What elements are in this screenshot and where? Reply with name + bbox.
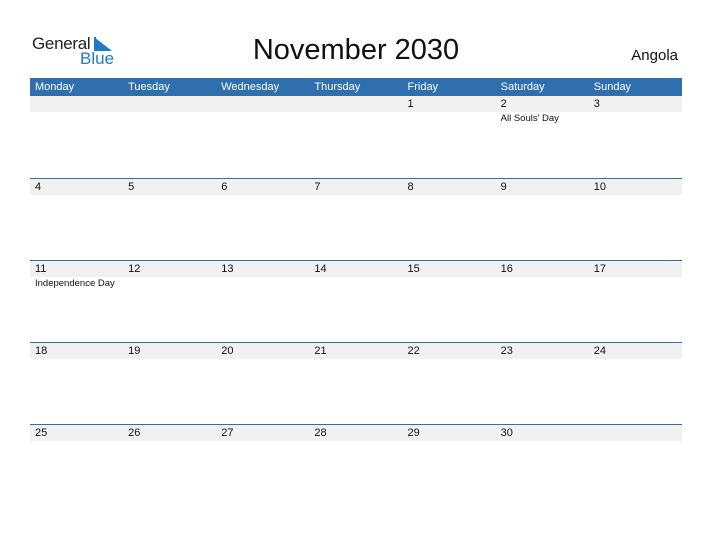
day-number: 9: [500, 181, 507, 193]
day-cell: 16: [496, 261, 589, 290]
day-cell: [589, 425, 682, 441]
day-number: 22: [407, 345, 420, 357]
holiday-label: All Souls' Day: [500, 113, 559, 124]
day-number: 25: [35, 427, 48, 439]
day-cell: 26: [123, 425, 216, 441]
day-cell: [123, 96, 216, 125]
day-cell: 1: [403, 96, 496, 125]
day-number: 26: [128, 427, 141, 439]
week-row: 18 19 20 21 22 23 24: [30, 342, 682, 424]
day-number: 15: [407, 263, 420, 275]
day-number: [314, 96, 402, 112]
day-number: 12: [128, 263, 141, 275]
day-cell: 5: [123, 179, 216, 195]
day-number: 27: [221, 427, 234, 439]
day-cell: [30, 96, 123, 125]
day-cell: 4: [30, 179, 123, 195]
weekday-label: Monday: [35, 81, 75, 93]
day-cell: 27: [216, 425, 309, 441]
day-cell: 19: [123, 343, 216, 359]
weekday-label: Thursday: [314, 81, 361, 93]
day-number: 17: [593, 263, 606, 275]
day-number: [594, 425, 682, 441]
day-cell: 7: [309, 179, 402, 195]
day-cell: 15: [403, 261, 496, 290]
day-number: 13: [221, 263, 234, 275]
day-number: 24: [593, 345, 606, 357]
day-cell: 25: [30, 425, 123, 441]
day-cell: 3: [589, 96, 682, 125]
week-row: 4 5 6 7 8 9 10: [30, 178, 682, 260]
calendar-grid: Monday Tuesday Wednesday Thursday Friday…: [30, 78, 682, 506]
day-cell: [309, 96, 402, 125]
day-number: [35, 96, 123, 112]
day-number: 8: [407, 181, 414, 193]
day-number: [128, 96, 216, 112]
weekday-label: Tuesday: [128, 81, 170, 93]
weekday-label: Wednesday: [221, 81, 280, 93]
day-number: 18: [35, 345, 48, 357]
weeks-container: 1 2 All Souls' Day 3 4 5 6 7 8 9 10 11 Independence …: [30, 96, 682, 506]
day-cell: 23: [496, 343, 589, 359]
day-cell: 21: [309, 343, 402, 359]
day-number: 29: [407, 427, 420, 439]
weekday-label: Sunday: [593, 81, 632, 93]
holiday-label: Independence Day: [35, 278, 115, 289]
day-cell: 6: [216, 179, 309, 195]
day-cell: 14: [309, 261, 402, 290]
day-number: 10: [593, 181, 606, 193]
day-number: 16: [500, 263, 513, 275]
day-cell: 18: [30, 343, 123, 359]
day-number: 20: [221, 345, 234, 357]
day-number: 3: [593, 98, 600, 110]
day-number: 28: [314, 427, 327, 439]
day-cell: 2 All Souls' Day: [496, 96, 589, 125]
day-number: [221, 96, 309, 112]
day-cell: 22: [403, 343, 496, 359]
day-cell: 13: [216, 261, 309, 290]
day-number: 4: [35, 181, 42, 193]
week-row: 11 Independence Day 12 13 14 15 16 17: [30, 260, 682, 342]
day-number: 7: [314, 181, 321, 193]
day-number: 5: [128, 181, 135, 193]
day-number: 1: [407, 98, 414, 110]
day-number: 2: [500, 98, 507, 110]
day-cell: 9: [496, 179, 589, 195]
day-cell: 8: [403, 179, 496, 195]
country-label: Angola: [631, 47, 678, 64]
day-cell: 20: [216, 343, 309, 359]
week-row: 25 26 27 28 29 30: [30, 424, 682, 506]
day-cell: 30: [496, 425, 589, 441]
day-cell: 12: [123, 261, 216, 290]
day-number: 14: [314, 263, 327, 275]
day-number: 11: [35, 263, 47, 275]
day-number: 23: [500, 345, 513, 357]
day-cell: 10: [589, 179, 682, 195]
weekday-label: Saturday: [500, 81, 545, 93]
day-number: 19: [128, 345, 141, 357]
week-row: 1 2 All Souls' Day 3: [30, 96, 682, 178]
day-number: 30: [500, 427, 513, 439]
day-number: 6: [221, 181, 228, 193]
day-cell: 17: [589, 261, 682, 290]
page-title: November 2030: [252, 34, 460, 66]
day-cell: 29: [403, 425, 496, 441]
day-number: 21: [314, 345, 327, 357]
day-cell: 11 Independence Day: [30, 261, 123, 290]
day-cell: 28: [309, 425, 402, 441]
day-cell: 24: [589, 343, 682, 359]
weekday-label: Friday: [407, 81, 439, 93]
weekday-header: Monday Tuesday Wednesday Thursday Friday…: [30, 78, 682, 96]
day-cell: [216, 96, 309, 125]
